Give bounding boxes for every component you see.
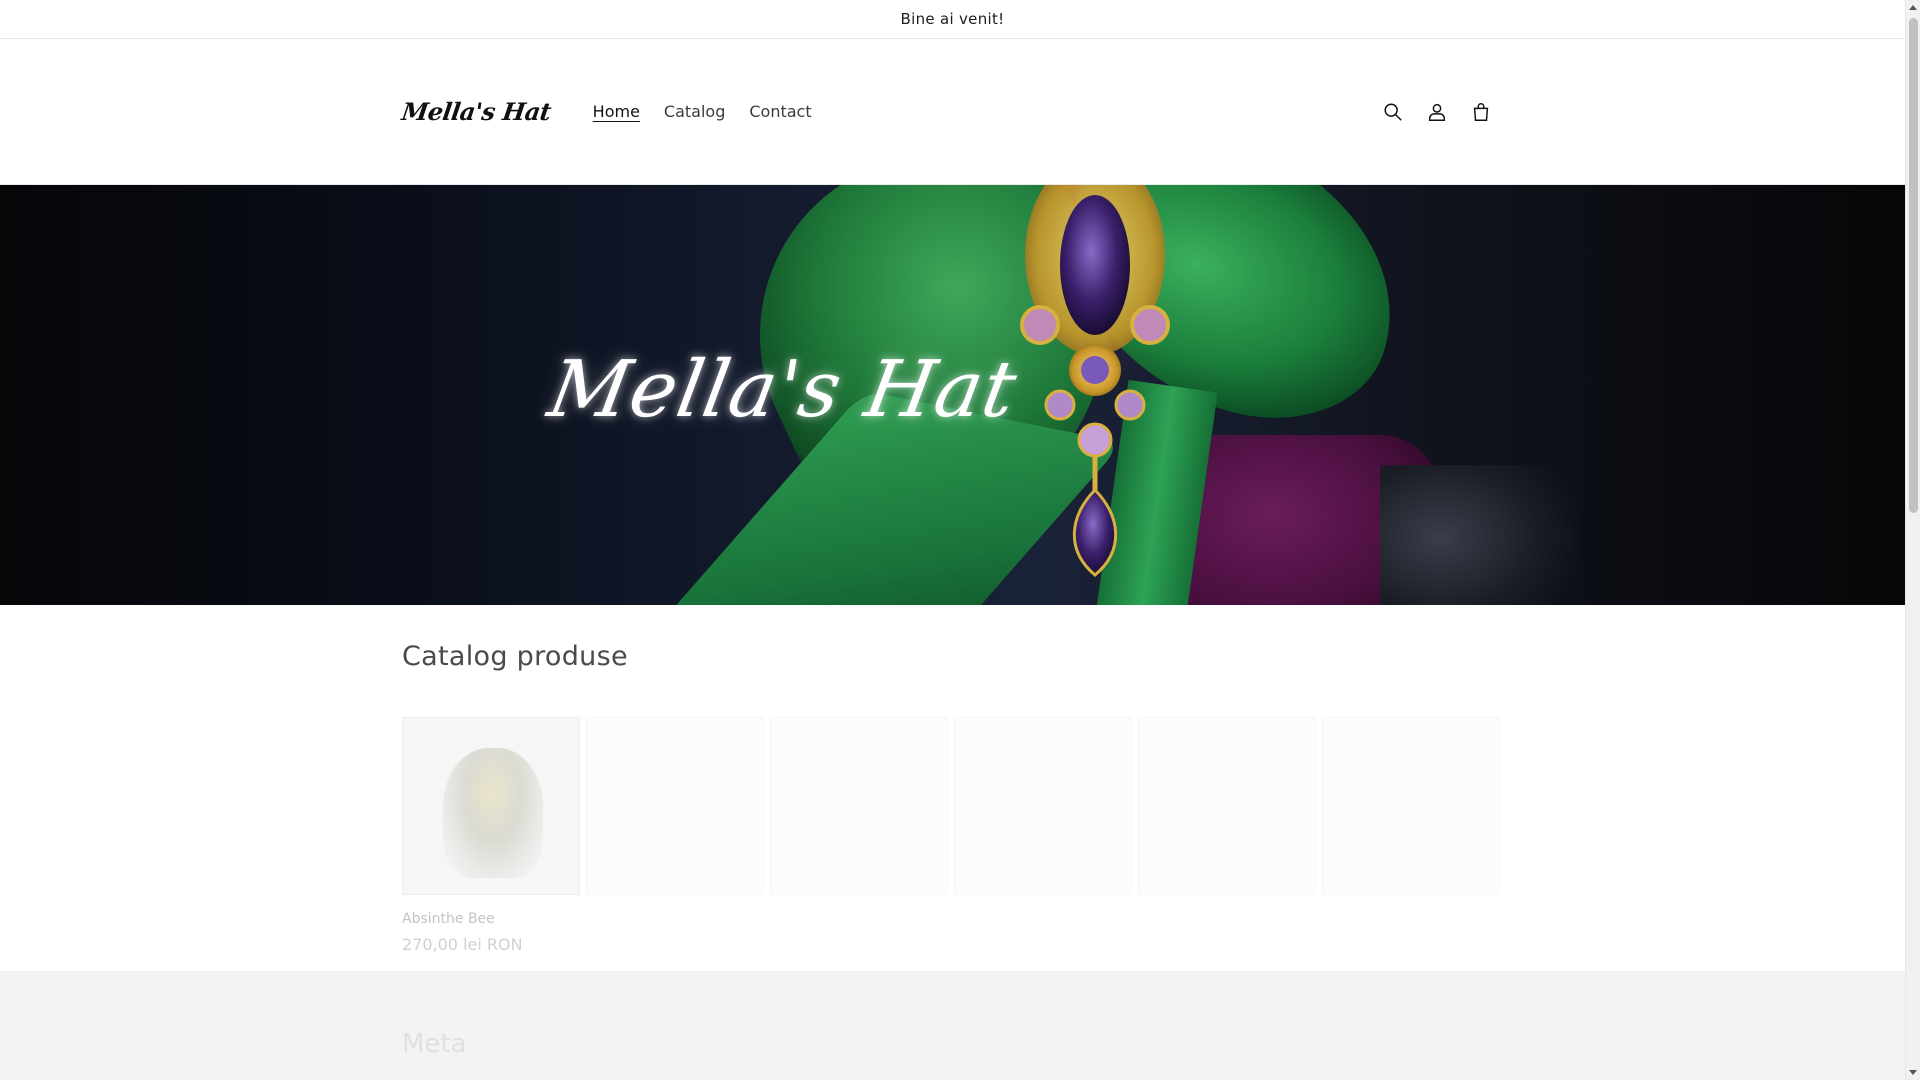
product-card-placeholder[interactable] bbox=[586, 717, 764, 954]
catalog-title: Catalog produse bbox=[402, 641, 628, 672]
scroll-down-arrow[interactable] bbox=[1909, 1070, 1917, 1075]
footer-band: Meta bbox=[0, 971, 1905, 1080]
product-card[interactable]: Absinthe Bee 270,00 lei RON bbox=[402, 717, 580, 954]
catalog-section: Catalog produse Absinthe Bee 270,00 lei … bbox=[0, 605, 1905, 970]
product-card-placeholder[interactable] bbox=[1138, 717, 1316, 954]
site-logo[interactable]: Mella's Hat bbox=[400, 97, 553, 126]
scrollbar-thumb[interactable] bbox=[1909, 18, 1918, 513]
search-icon[interactable] bbox=[1371, 90, 1415, 134]
hero-banner: Mella's Hat bbox=[0, 185, 1905, 605]
announcement-bar: Bine ai venit! bbox=[0, 0, 1905, 39]
nav-home[interactable]: Home bbox=[581, 102, 652, 121]
brooch-image bbox=[1020, 185, 1170, 577]
account-icon[interactable] bbox=[1415, 90, 1459, 134]
product-image[interactable] bbox=[954, 717, 1132, 895]
site-header: Mella's Hat Home Catalog Contact bbox=[0, 39, 1905, 185]
scroll-up-arrow[interactable] bbox=[1909, 5, 1917, 10]
nav-contact[interactable]: Contact bbox=[737, 102, 823, 121]
product-image[interactable] bbox=[770, 717, 948, 895]
product-price: 270,00 lei RON bbox=[402, 935, 523, 954]
vertical-scrollbar[interactable] bbox=[1905, 0, 1920, 1080]
band-title: Meta bbox=[402, 1029, 467, 1059]
product-image[interactable] bbox=[402, 717, 580, 895]
product-card-placeholder[interactable] bbox=[770, 717, 948, 954]
product-image[interactable] bbox=[586, 717, 764, 895]
product-card-placeholder[interactable] bbox=[954, 717, 1132, 954]
announcement-text: Bine ai venit! bbox=[900, 10, 1005, 28]
page: Bine ai venit! Mella's Hat Home Catalog … bbox=[0, 0, 1905, 1080]
product-image[interactable] bbox=[1138, 717, 1316, 895]
main-nav: Home Catalog Contact bbox=[581, 102, 824, 121]
product-card-placeholder[interactable] bbox=[1322, 717, 1500, 954]
product-grid: Absinthe Bee 270,00 lei RON bbox=[402, 717, 1500, 954]
product-image[interactable] bbox=[1322, 717, 1500, 895]
product-name[interactable]: Absinthe Bee bbox=[402, 911, 580, 927]
cart-icon[interactable] bbox=[1459, 90, 1503, 134]
nav-catalog[interactable]: Catalog bbox=[652, 102, 737, 121]
hero-title: Mella's Hat bbox=[542, 345, 1024, 435]
hat-shadow bbox=[1380, 465, 1580, 605]
header-icons bbox=[1371, 90, 1503, 134]
